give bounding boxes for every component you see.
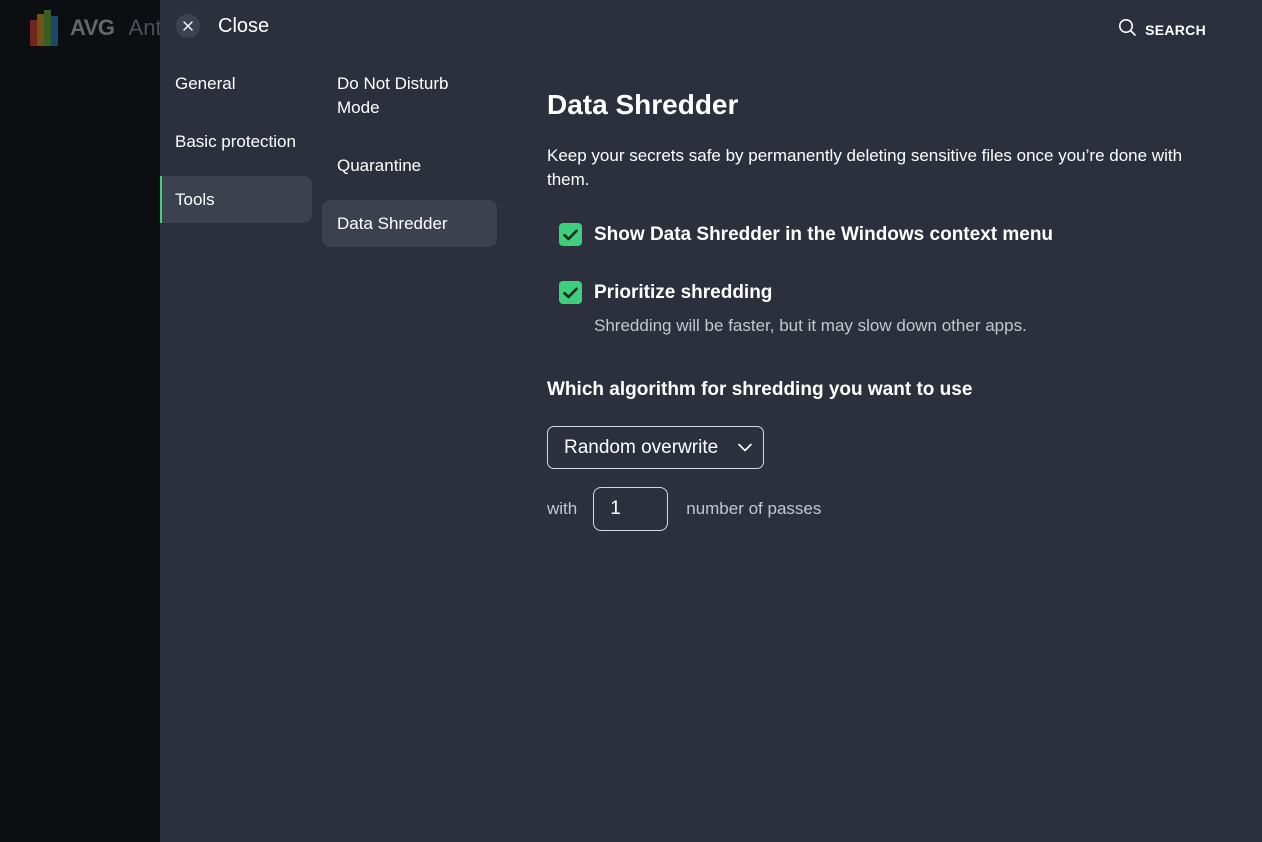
algorithm-heading: Which algorithm for shredding you want t… (547, 379, 973, 400)
search-label: SEARCH (1145, 22, 1206, 38)
checkmark-icon (563, 287, 578, 298)
avg-logo-icon (30, 10, 66, 46)
nav-subitem-data-shredder[interactable]: Data Shredder (322, 200, 497, 247)
chevron-down-icon (738, 439, 752, 457)
prioritize-description: Shredding will be faster, but it may slo… (594, 316, 1027, 335)
passes-suffix: number of passes (686, 499, 822, 518)
option-prioritize: Prioritize shredding Shredding will be f… (559, 281, 1227, 338)
option-context-menu: Show Data Shredder in the Windows contex… (559, 223, 1227, 247)
passes-input[interactable] (593, 487, 669, 531)
settings-categories: General Basic protection Tools (160, 60, 312, 223)
nav-category-basic-protection[interactable]: Basic protection (160, 118, 312, 165)
nav-subitem-do-not-disturb[interactable]: Do Not Disturb Mode (322, 60, 497, 131)
algorithm-select[interactable]: Random overwrite (547, 426, 764, 469)
close-icon (176, 14, 200, 38)
context-menu-checkbox[interactable] (559, 223, 582, 246)
passes-prefix: with (547, 499, 578, 518)
product-name-text: Ant (128, 15, 162, 40)
context-menu-label: Show Data Shredder in the Windows contex… (594, 224, 1054, 245)
avg-logo: AVG Ant (30, 10, 162, 46)
passes-row: with number of passes (547, 487, 1227, 531)
page-title: Data Shredder (547, 89, 739, 120)
settings-panel: Close SEARCH General Basic protection To… (160, 0, 1262, 842)
checkmark-icon (563, 229, 578, 240)
background-app: AVG Ant (0, 0, 162, 842)
page-description: Keep your secrets safe by permanently de… (547, 146, 1183, 189)
settings-subitems: Do Not Disturb Mode Quarantine Data Shre… (322, 60, 497, 247)
search-icon (1118, 18, 1137, 42)
nav-category-tools[interactable]: Tools (160, 176, 312, 223)
close-button[interactable]: Close (176, 14, 269, 38)
search-button[interactable]: SEARCH (1118, 18, 1206, 42)
close-label: Close (218, 14, 270, 37)
nav-subitem-quarantine[interactable]: Quarantine (322, 142, 497, 189)
data-shredder-content: Data Shredder Keep your secrets safe by … (547, 88, 1227, 531)
algorithm-selected-value: Random overwrite (564, 436, 719, 458)
prioritize-checkbox[interactable] (559, 281, 582, 304)
avg-logo-text: AVG (70, 15, 115, 40)
nav-category-general[interactable]: General (160, 60, 312, 107)
prioritize-label: Prioritize shredding (594, 282, 773, 303)
